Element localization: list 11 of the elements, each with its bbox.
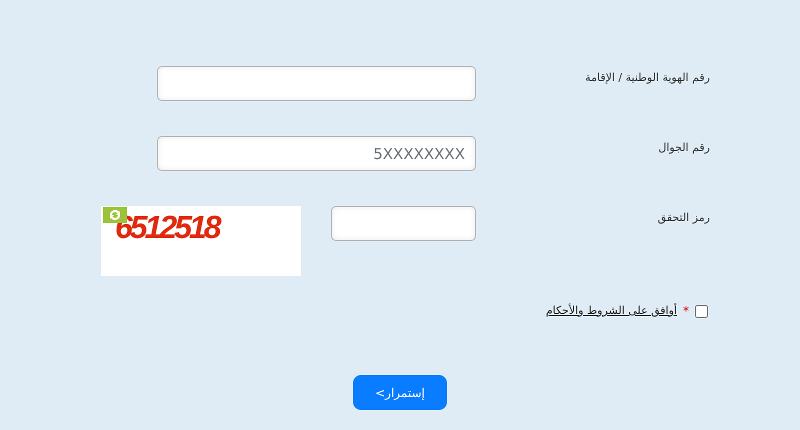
terms-checkbox[interactable]: [695, 304, 708, 318]
input-field[interactable]: 5XXXXXXXX: [157, 136, 476, 171]
field-label: رقم الجوال: [657, 140, 710, 156]
field-label: رقم الهوية الوطنية / الإقامة: [584, 70, 710, 86]
captcha-field[interactable]: [331, 206, 476, 241]
continue-button[interactable]: إستمرار>: [353, 375, 447, 410]
terms-link[interactable]: أوافق على الشروط والأحكام: [546, 302, 677, 320]
required-mark: *: [683, 303, 689, 320]
input-field[interactable]: [157, 66, 476, 101]
field-label: رمز التحقق: [656, 210, 710, 226]
captcha-code: 6512518: [115, 210, 219, 246]
